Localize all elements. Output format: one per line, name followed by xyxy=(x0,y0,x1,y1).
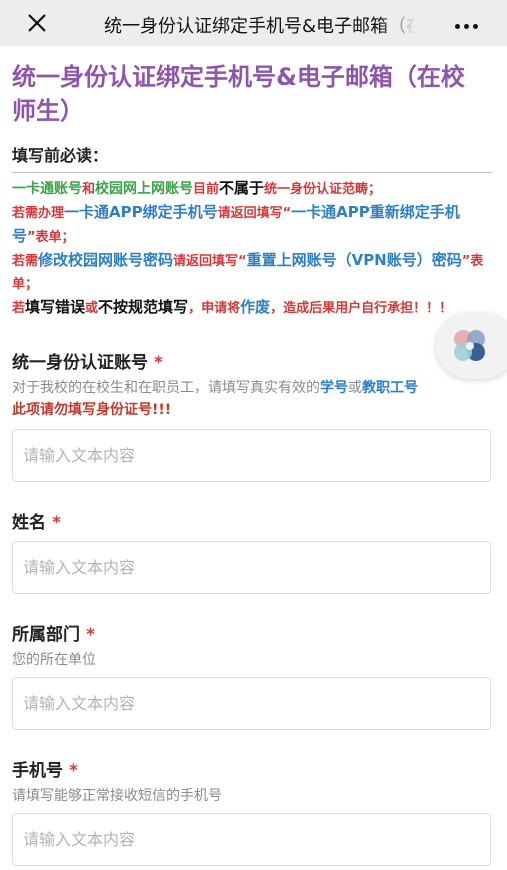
notice-text: 请返回填写“ xyxy=(173,254,247,269)
department-input[interactable] xyxy=(12,677,491,730)
notice-text: 作废 xyxy=(240,298,271,316)
page-title-line1: 统一身份认证绑定手机号&电子邮箱（在校 xyxy=(12,63,465,91)
field-label: 姓名 * xyxy=(12,508,492,533)
form-content: 统一身份认证绑定手机号&电子邮箱（在校 师生） 填写前必读： 一卡通账号和校园网… xyxy=(12,56,492,866)
account-label: 统一身份认证账号 xyxy=(12,353,148,373)
notice-text: 和 xyxy=(82,182,96,197)
field-label: 统一身份认证账号 * xyxy=(12,348,492,373)
desc-text: 教职工号 xyxy=(362,380,418,396)
notice-text: ”表单； xyxy=(27,230,75,245)
notice-text: 若需 xyxy=(12,254,39,269)
notice-text: 不按规范填写 xyxy=(98,298,189,316)
required-mark: * xyxy=(69,761,78,781)
notice-heading: 填写前必读： xyxy=(12,142,492,173)
notice-text: 重置上网账号（VPN账号）密码 xyxy=(246,251,462,269)
notice-text: 若 xyxy=(12,301,26,316)
close-button[interactable] xyxy=(22,9,52,37)
top-bar: 统一身份认证绑定手机号&电子邮箱（在校师生） xyxy=(0,0,507,46)
field-label: 所属部门 * xyxy=(12,620,492,645)
notice-text: 修改校园网账号密码 xyxy=(38,251,174,269)
desc-warning: 此项请勿填写身份证号!!! xyxy=(12,402,172,418)
desc-text: 对于我校的在校生和在职员工，请填写真实有效的 xyxy=(12,380,320,396)
department-label: 所属部门 xyxy=(12,625,80,645)
window-title: 统一身份认证绑定手机号&电子邮箱（在校师生） xyxy=(104,16,416,37)
required-mark: * xyxy=(52,513,61,533)
notice-text: 一卡通账号 xyxy=(12,181,82,197)
field-phone: 手机号 * 请填写能够正常接收短信的手机号 xyxy=(12,756,492,866)
name-label: 姓名 xyxy=(12,513,46,533)
more-button[interactable] xyxy=(448,10,484,36)
required-mark: * xyxy=(86,625,95,645)
notice-text: ， xyxy=(188,301,202,316)
account-input[interactable] xyxy=(12,429,491,482)
notice-text: 校园网上网账号 xyxy=(95,181,194,197)
notice-text: ，造成后果用户自行承担！！！ xyxy=(270,301,453,316)
more-icon xyxy=(453,14,480,33)
assistant-icon xyxy=(454,330,485,361)
close-icon xyxy=(28,14,46,32)
page-title: 统一身份认证绑定手机号&电子邮箱（在校 师生） xyxy=(12,60,492,128)
required-mark: * xyxy=(154,353,163,373)
field-department: 所属部门 * 您的所在单位 xyxy=(12,620,492,730)
notice-text: 申请将 xyxy=(201,301,241,316)
phone-label: 手机号 xyxy=(12,761,63,781)
desc-text: 学号 xyxy=(320,380,348,396)
field-name: 姓名 * xyxy=(12,508,492,594)
notice-line: 若需办理一卡通APP绑定手机号请返回填写“一卡通APP重新绑定手机号”表单； xyxy=(12,201,492,249)
field-label: 手机号 * xyxy=(12,756,492,781)
name-input[interactable] xyxy=(12,541,491,594)
desc-text: 或 xyxy=(348,380,362,396)
notice-text: 一卡通APP绑定手机号 xyxy=(64,203,218,221)
notice-text: 目前 xyxy=(193,182,220,197)
page-title-line2: 师生） xyxy=(12,97,84,125)
field-description: 对于我校的在校生和在职员工，请填写真实有效的学号或教职工号 此项请勿填写身份证号… xyxy=(12,377,492,421)
notice-line: 一卡通账号和校园网上网账号目前不属于统一身份认证范畴； xyxy=(12,177,492,201)
notice-text: 若需办理 xyxy=(12,206,65,221)
notice-text: 不属于 xyxy=(219,179,265,197)
notice-text: 统一身份认证范畴； xyxy=(264,182,382,197)
notice-line: 若填写错误或不按规范填写，申请将作废，造成后果用户自行承担！！！ xyxy=(12,296,492,320)
phone-input[interactable] xyxy=(12,813,491,866)
notice-line: 若需修改校园网账号密码请返回填写“重置上网账号（VPN账号）密码”表单； xyxy=(12,249,492,296)
notice-text: 请返回填写“ xyxy=(217,206,292,221)
field-account: 统一身份认证账号 * 对于我校的在校生和在职员工，请填写真实有效的学号或教职工号 … xyxy=(12,348,492,482)
notice-text: 填写错误 xyxy=(25,298,86,316)
notice-text: 或 xyxy=(85,301,99,316)
notice-block: 一卡通账号和校园网上网账号目前不属于统一身份认证范畴； 若需办理一卡通APP绑定… xyxy=(12,177,492,320)
floating-assistant-button[interactable] xyxy=(436,313,507,379)
field-description: 请填写能够正常接收短信的手机号 xyxy=(12,788,222,804)
field-description: 您的所在单位 xyxy=(12,652,96,668)
